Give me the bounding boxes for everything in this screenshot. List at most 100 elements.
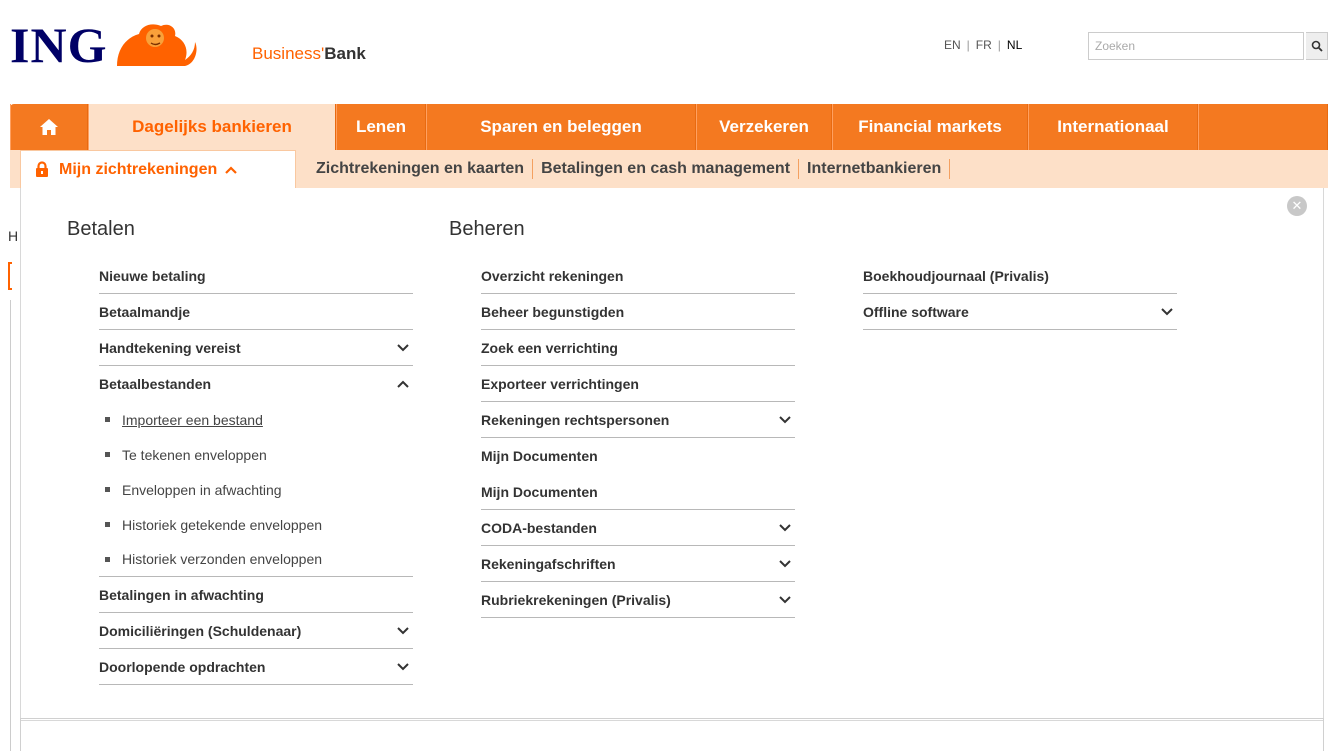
menu-item-label: Rekeningen rechtspersonen [481, 411, 670, 428]
submenu-historiek-getekende-enveloppen[interactable]: Historiek getekende enveloppen [99, 507, 413, 542]
page-border [10, 300, 11, 751]
menu-item-offline-software[interactable]: Offline software [863, 294, 1177, 330]
menu-item-label: Betaalbestanden [99, 376, 212, 392]
lion-icon [117, 24, 198, 67]
nav-filler [1198, 104, 1328, 150]
menu-item-boekhoudjournaal[interactable]: Boekhoudjournaal (Privalis) [863, 258, 1177, 294]
menu-item-rubriekrekeningen[interactable]: Rubriekrekeningen (Privalis) [481, 582, 795, 618]
chevron-down-icon [1161, 307, 1173, 315]
bullet-icon [105, 487, 110, 492]
menu-item-beheer-begunstigden[interactable]: Beheer begunstigden [481, 294, 795, 330]
menu-item-nieuwe-betaling[interactable]: Nieuwe betaling [99, 258, 413, 294]
submenu-label: Te tekenen enveloppen [122, 446, 267, 463]
menu-item-coda-bestanden[interactable]: CODA-bestanden [481, 510, 795, 546]
menu-item-label: Mijn Documenten [481, 483, 598, 500]
nav-sparen-en-beleggen[interactable]: Sparen en beleggen [426, 104, 696, 150]
submenu-te-tekenen-enveloppen[interactable]: Te tekenen enveloppen [99, 437, 413, 472]
menu-column-betalen: Nieuwe betaling Betaalmandje Handtekenin… [99, 258, 413, 685]
mijn-zichtrekeningen-toggle[interactable]: Mijn zichtrekeningen [20, 150, 296, 188]
brand-prefix: Business [252, 44, 321, 63]
language-switcher: EN | FR | NL [944, 38, 1022, 52]
menu-item-label: Nieuwe betaling [99, 267, 206, 284]
menu-item-betaalmandje[interactable]: Betaalmandje [99, 294, 413, 330]
menu-item-label: Mijn Documenten [481, 448, 598, 464]
chevron-up-icon [397, 380, 409, 388]
main-navigation: Dagelijks bankieren Lenen Sparen en bele… [10, 104, 1328, 150]
chevron-down-icon [779, 415, 791, 423]
menu-item-label: Zoek een verrichting [481, 339, 618, 356]
menu-item-label: Rubriekrekeningen (Privalis) [481, 591, 671, 608]
lang-nl[interactable]: NL [1007, 38, 1022, 52]
menu-item-overzicht-rekeningen[interactable]: Overzicht rekeningen [481, 258, 795, 294]
logo-text: ING [10, 17, 108, 73]
submenu-historiek-verzonden-enveloppen[interactable]: Historiek verzonden enveloppen [99, 542, 413, 577]
menu-item-zoek-een-verrichting[interactable]: Zoek een verrichting [481, 330, 795, 366]
menu-item-betalingen-in-afwachting[interactable]: Betalingen in afwachting [99, 577, 413, 613]
nav-lenen[interactable]: Lenen [336, 104, 426, 150]
menu-item-label: Betaalmandje [99, 303, 191, 320]
submenu-enveloppen-in-afwachting[interactable]: Enveloppen in afwachting [99, 472, 413, 507]
menu-item-rekeningen-rechtspersonen[interactable]: Rekeningen rechtspersonen [481, 402, 795, 438]
header: ING Business'Bank EN | FR | NL [0, 0, 1328, 100]
close-icon: ✕ [1291, 198, 1303, 213]
menu-item-label: CODA-bestanden [481, 519, 597, 536]
subnav-internetbankieren[interactable]: Internetbankieren [799, 159, 951, 179]
menu-item-label: Exporteer verrichtingen [481, 375, 639, 392]
menu-item-label: Doorlopende opdrachten [99, 658, 266, 675]
menu-column-third: Boekhoudjournaal (Privalis) Offline soft… [863, 258, 1177, 330]
chevron-down-icon [397, 626, 409, 634]
menu-item-label: Offline software [863, 303, 969, 320]
ing-logo[interactable]: ING [10, 20, 199, 70]
lang-fr[interactable]: FR [976, 38, 992, 52]
home-button[interactable] [10, 104, 88, 150]
menu-item-domicilieringen[interactable]: Domiciliëringen (Schuldenaar) [99, 613, 413, 649]
heading-beheren: Beheren [449, 218, 525, 240]
submenu-importeer-een-bestand[interactable]: Importeer een bestand [99, 402, 413, 437]
content-divider [20, 718, 1324, 719]
home-icon [40, 119, 58, 135]
lang-separator: | [966, 38, 970, 52]
nav-dagelijks-bankieren[interactable]: Dagelijks bankieren [88, 104, 336, 150]
chevron-down-icon [779, 559, 791, 567]
search-input[interactable] [1089, 33, 1303, 59]
page-heading-fragment: H [8, 228, 19, 244]
subnav-betalingen-en-cash-management[interactable]: Betalingen en cash management [533, 159, 800, 179]
submenu-label: Enveloppen in afwachting [122, 481, 282, 498]
lang-en[interactable]: EN [944, 38, 961, 52]
menu-item-label: Betalingen in afwachting [99, 586, 264, 603]
menu-item-label: Overzicht rekeningen [481, 267, 624, 284]
submenu-label: Importeer een bestand [122, 411, 263, 428]
menu-item-doorlopende-opdrachten[interactable]: Doorlopende opdrachten [99, 649, 413, 685]
chevron-down-icon [779, 595, 791, 603]
menu-item-mijn-documenten[interactable]: Mijn Documenten [481, 438, 795, 474]
subnav-links: Zichtrekeningen en kaarten Betalingen en… [308, 150, 951, 188]
chevron-down-icon [397, 343, 409, 351]
nav-internationaal[interactable]: Internationaal [1028, 104, 1198, 150]
menu-item-handtekening-vereist[interactable]: Handtekening vereist [99, 330, 413, 366]
menu-item-exporteer-verrichtingen[interactable]: Exporteer verrichtingen [481, 366, 795, 402]
search-box [1088, 32, 1304, 60]
menu-item-label: Handtekening vereist [99, 339, 241, 356]
subnav-zichtrekeningen-en-kaarten[interactable]: Zichtrekeningen en kaarten [308, 159, 534, 179]
lang-separator: | [997, 38, 1001, 52]
lock-icon [36, 161, 48, 177]
menu-column-beheren: Overzicht rekeningen Beheer begunstigden… [481, 258, 795, 618]
menu-item-betaalbestanden[interactable]: Betaalbestanden [99, 366, 413, 402]
chevron-down-icon [779, 523, 791, 531]
nav-verzekeren[interactable]: Verzekeren [696, 104, 832, 150]
sub-navigation: Mijn zichtrekeningen Zichtrekeningen en … [10, 150, 1328, 188]
menu-item-mijn-documenten-2[interactable]: Mijn Documenten [481, 474, 795, 510]
chevron-down-icon [397, 662, 409, 670]
nav-financial-markets[interactable]: Financial markets [832, 104, 1028, 150]
menu-item-label: Boekhoudjournaal (Privalis) [863, 267, 1049, 284]
search-button[interactable] [1306, 32, 1328, 60]
close-button[interactable]: ✕ [1287, 196, 1307, 216]
menu-item-label: Beheer begunstigden [481, 303, 625, 320]
mijn-zichtrekeningen-label: Mijn zichtrekeningen [59, 160, 218, 178]
menu-item-rekeningafschriften[interactable]: Rekeningafschriften [481, 546, 795, 582]
content-border-right [1323, 718, 1324, 751]
submenu-label: Historiek verzonden enveloppen [122, 551, 323, 567]
heading-betalen: Betalen [67, 218, 135, 240]
page-title-marker [8, 262, 12, 290]
business-bank-label: Business'Bank [252, 44, 366, 64]
